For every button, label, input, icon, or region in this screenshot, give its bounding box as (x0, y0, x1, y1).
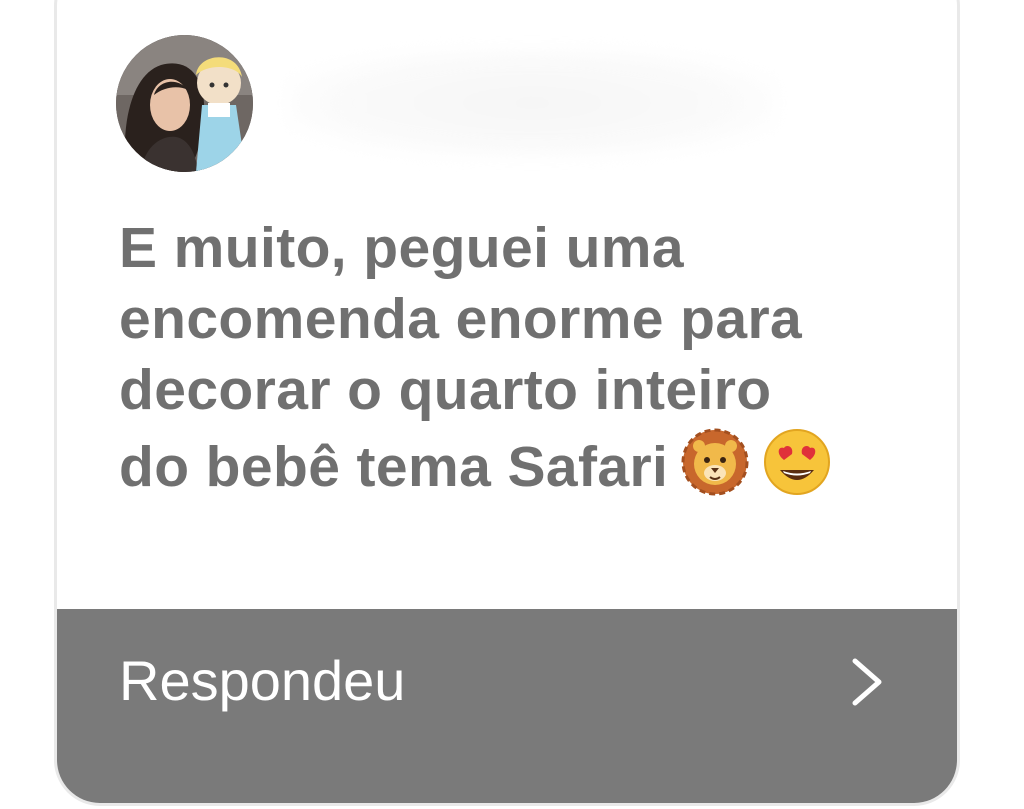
username-redacted (287, 48, 777, 158)
message-line-4: do bebê tema Safari (119, 435, 669, 499)
avatar[interactable] (116, 35, 253, 172)
heart-eyes-face-icon (762, 426, 832, 496)
message-line-1: E muito, peguei uma (119, 216, 684, 280)
story-reply-card: E muito, peguei uma encomenda enorme para… (54, 0, 960, 806)
reply-footer[interactable]: Respondeu (57, 609, 957, 803)
message-line-2: encomenda enorme para (119, 287, 803, 351)
chevron-right-icon[interactable] (849, 657, 885, 707)
message-line-3: decorar o quarto inteiro (119, 358, 772, 422)
message-text: E muito, peguei uma encomenda enorme para… (119, 213, 919, 503)
lion-face-icon (680, 426, 750, 496)
avatar-photo (116, 35, 253, 172)
responded-label: Respondeu (119, 649, 406, 712)
